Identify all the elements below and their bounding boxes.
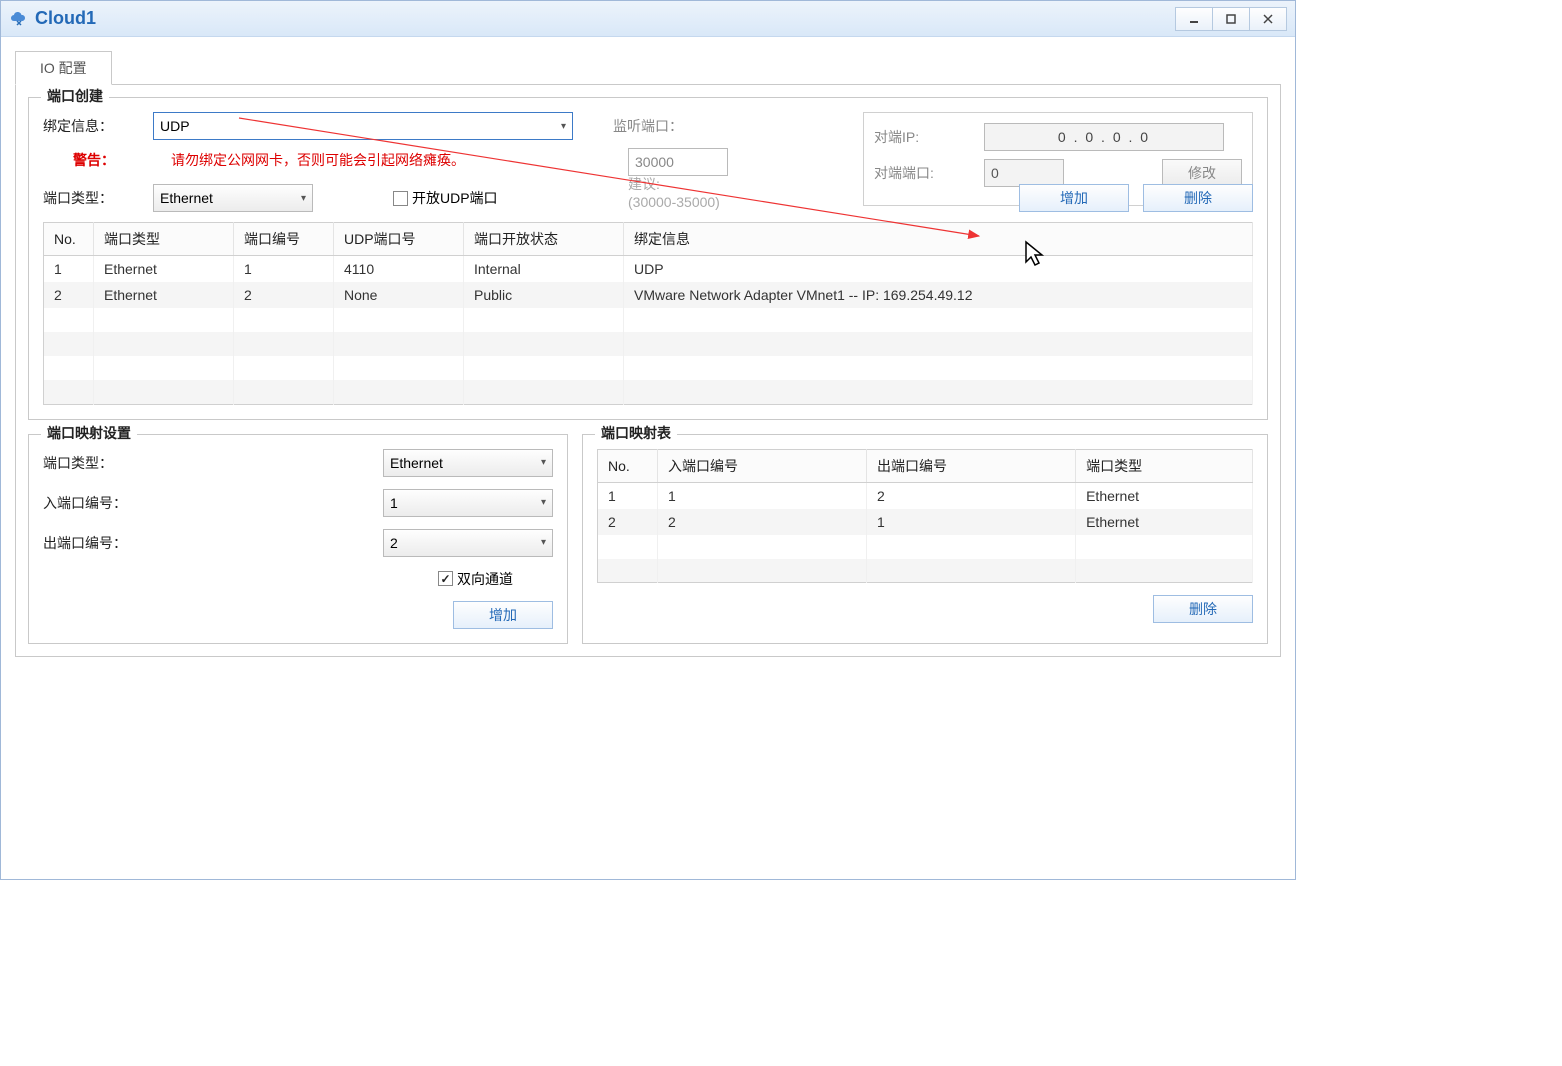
table-header-row: No. 入端口编号 出端口编号 端口类型 [598, 449, 1253, 482]
delete-mapping-button[interactable]: 删除 [1153, 595, 1253, 623]
chevron-down-icon: ▾ [541, 497, 546, 508]
add-port-button[interactable]: 增加 [1019, 184, 1129, 212]
select-port-type-value: Ethernet [160, 190, 213, 206]
mapping-table: No. 入端口编号 出端口编号 端口类型 1 1 2 Ethernet [597, 449, 1253, 584]
table-row [44, 332, 1253, 356]
table-row[interactable]: 1 Ethernet 1 4110 Internal UDP [44, 256, 1253, 283]
select-bind-info[interactable]: UDP ▾ [153, 112, 573, 140]
label-bidirectional: 双向通道 [457, 569, 513, 589]
column-header[interactable]: No. [598, 449, 658, 482]
legend-map-table: 端口映射表 [595, 423, 677, 443]
app-window: Cloud1 IO 配置 端口创建 对端IP: 0 . 0 . 0 . 0 对端… [0, 0, 1296, 880]
port-list-table: No. 端口类型 端口编号 UDP端口号 端口开放状态 绑定信息 1 Ether… [43, 222, 1253, 405]
select-in-port[interactable]: 1 ▾ [383, 489, 553, 517]
window-title: Cloud1 [35, 8, 1176, 29]
table-row[interactable]: 2 2 1 Ethernet [598, 509, 1253, 535]
legend-port-create: 端口创建 [41, 86, 109, 106]
column-header[interactable]: 绑定信息 [624, 223, 1253, 256]
table-row [44, 356, 1253, 380]
label-out-port: 出端口编号： [43, 533, 163, 553]
select-out-port[interactable]: 2 ▾ [383, 529, 553, 557]
label-map-port-type: 端口类型： [43, 453, 163, 473]
checkbox-open-udp[interactable] [393, 191, 408, 206]
maximize-button[interactable] [1212, 7, 1250, 31]
label-bind-info: 绑定信息： [43, 116, 153, 136]
column-header[interactable]: 端口开放状态 [464, 223, 624, 256]
chevron-down-icon: ▾ [301, 193, 306, 204]
tab-panel: 端口创建 对端IP: 0 . 0 . 0 . 0 对端端口: 0 修改 [15, 84, 1281, 657]
tab-io-config[interactable]: IO 配置 [15, 51, 112, 85]
titlebar[interactable]: Cloud1 [1, 1, 1295, 37]
close-button[interactable] [1249, 7, 1287, 31]
fieldset-port-create: 端口创建 对端IP: 0 . 0 . 0 . 0 对端端口: 0 修改 [28, 97, 1268, 420]
label-in-port: 入端口编号： [43, 493, 163, 513]
label-listen-port: 监听端口： [613, 116, 683, 136]
table-row [44, 308, 1253, 332]
column-header[interactable]: 端口类型 [1076, 449, 1253, 482]
column-header[interactable]: 端口编号 [234, 223, 334, 256]
label-open-udp: 开放UDP端口 [412, 188, 498, 208]
text-warning: 请勿绑定公网网卡，否则可能会引起网络瘫痪。 [171, 150, 465, 170]
delete-port-button[interactable]: 删除 [1143, 184, 1253, 212]
select-map-port-type[interactable]: Ethernet ▾ [383, 449, 553, 477]
column-header[interactable]: 出端口编号 [867, 449, 1076, 482]
add-mapping-button[interactable]: 增加 [453, 601, 553, 629]
table-row[interactable]: 1 1 2 Ethernet [598, 482, 1253, 509]
table-row [44, 380, 1253, 404]
minimize-button[interactable] [1175, 7, 1213, 31]
fieldset-map-setting: 端口映射设置 端口类型： Ethernet ▾ 入端口编号： 1 [28, 434, 568, 644]
column-header[interactable]: No. [44, 223, 94, 256]
chevron-down-icon: ▾ [561, 121, 566, 132]
checkbox-bidirectional[interactable] [438, 571, 453, 586]
legend-map-setting: 端口映射设置 [41, 423, 137, 443]
select-bind-info-value: UDP [160, 118, 190, 134]
input-listen-port[interactable]: 30000 [628, 148, 728, 176]
select-port-type[interactable]: Ethernet ▾ [153, 184, 313, 212]
chevron-down-icon: ▾ [541, 537, 546, 548]
label-warning: 警告： [43, 150, 153, 170]
fieldset-map-table: 端口映射表 No. 入端口编号 出端口编号 端口类型 1 1 [582, 434, 1268, 644]
chevron-down-icon: ▾ [541, 457, 546, 468]
app-icon [9, 9, 29, 29]
table-row [598, 559, 1253, 583]
table-row [598, 535, 1253, 559]
column-header[interactable]: 入端口编号 [658, 449, 867, 482]
column-header[interactable]: UDP端口号 [334, 223, 464, 256]
column-header[interactable]: 端口类型 [94, 223, 234, 256]
table-row[interactable]: 2 Ethernet 2 None Public VMware Network … [44, 282, 1253, 308]
table-header-row: No. 端口类型 端口编号 UDP端口号 端口开放状态 绑定信息 [44, 223, 1253, 256]
label-port-type: 端口类型： [43, 188, 153, 208]
